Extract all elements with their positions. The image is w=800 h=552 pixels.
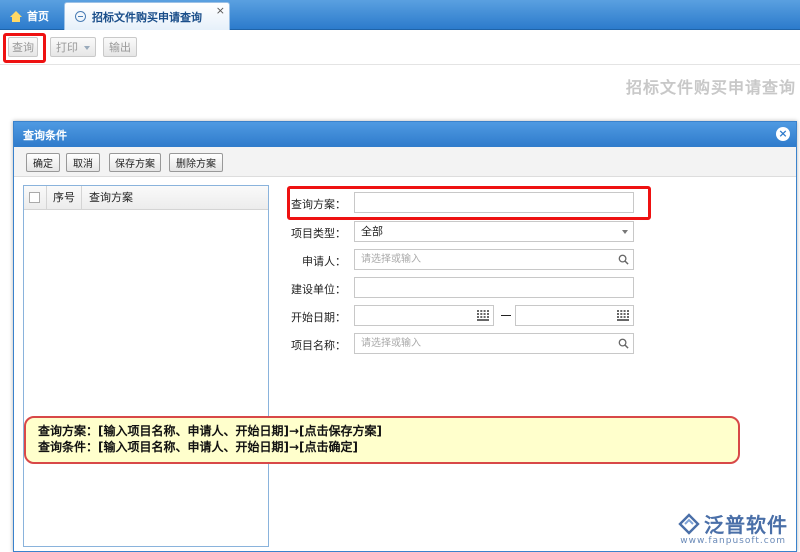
delete-scheme-button[interactable]: 删除方案 xyxy=(169,153,223,172)
save-scheme-button[interactable]: 保存方案 xyxy=(109,153,161,172)
project-type-select[interactable]: 全部 xyxy=(354,221,634,242)
start-date-from-input[interactable] xyxy=(354,305,494,326)
project-name-label: 项目名称： xyxy=(291,339,346,352)
chevron-down-icon xyxy=(84,46,90,50)
query-conditions-dialog: 查询条件 × 确定 取消 保存方案 删除方案 序号 查询方案 查询方案： 项目类… xyxy=(13,121,797,552)
cancel-button[interactable]: 取消 xyxy=(66,153,100,172)
build-unit-row: 建设单位： xyxy=(279,277,639,299)
project-name-row: 项目名称： 请选择或输入 xyxy=(279,333,639,355)
build-unit-input[interactable] xyxy=(354,277,634,298)
fanpu-logo: 泛普软件 www.fanpusoft.com xyxy=(658,509,788,549)
start-date-label: 开始日期： xyxy=(291,311,346,324)
instruction-callout: 查询方案：[输入项目名称、申请人、开始日期]→[点击保存方案] 查询条件：[输入… xyxy=(24,416,740,464)
build-unit-label: 建设单位： xyxy=(291,283,346,296)
applicant-input[interactable]: 请选择或输入 xyxy=(354,249,634,270)
tab-bid-purchase-query[interactable]: 招标文件购买申请查询 × xyxy=(64,2,230,30)
project-name-input[interactable]: 请选择或输入 xyxy=(354,333,634,354)
tab-bar: 首页 招标文件购买申请查询 × xyxy=(0,0,800,30)
start-date-row: 开始日期： xyxy=(279,305,639,327)
logo-icon xyxy=(678,512,700,535)
toolbar: 查询 打印 输出 xyxy=(0,31,800,65)
home-icon xyxy=(10,10,22,22)
scheme-list-header: 序号 查询方案 xyxy=(24,186,268,210)
page-title: 招标文件购买申请查询 xyxy=(625,78,796,97)
highlight-query-button xyxy=(3,33,46,63)
applicant-placeholder: 请选择或输入 xyxy=(361,254,421,265)
project-type-label: 项目类型： xyxy=(291,227,346,240)
project-type-value: 全部 xyxy=(361,225,383,238)
scheme-list-panel: 序号 查询方案 xyxy=(23,185,269,547)
highlight-scheme-input xyxy=(287,186,651,220)
print-label: 打印 xyxy=(56,41,78,54)
close-icon[interactable]: × xyxy=(776,127,790,141)
column-scheme-header: 查询方案 xyxy=(89,191,133,204)
callout-line-2: 查询条件：[输入项目名称、申请人、开始日期]→[点击确定] xyxy=(38,440,358,454)
dialog-header: 查询条件 × xyxy=(14,122,796,147)
project-type-row: 项目类型： 全部 xyxy=(279,221,639,243)
tab-home-label: 首页 xyxy=(27,10,49,23)
applicant-row: 申请人： 请选择或输入 xyxy=(279,249,639,271)
dialog-toolbar: 确定 取消 保存方案 删除方案 xyxy=(14,147,796,177)
project-name-placeholder: 请选择或输入 xyxy=(361,338,421,349)
callout-line-1: 查询方案：[输入项目名称、申请人、开始日期]→[点击保存方案] xyxy=(38,424,382,438)
column-index-header: 序号 xyxy=(46,186,82,210)
tab-active-label: 招标文件购买申请查询 xyxy=(92,10,202,24)
calendar-icon[interactable] xyxy=(477,310,489,321)
search-icon[interactable] xyxy=(618,254,629,265)
date-range-separator xyxy=(501,315,511,316)
tab-close-icon[interactable]: × xyxy=(216,5,225,16)
logo-mark-group: 泛普软件 xyxy=(678,509,788,538)
calendar-icon[interactable] xyxy=(617,310,629,321)
applicant-label: 申请人： xyxy=(302,255,346,268)
print-button[interactable]: 打印 xyxy=(50,37,96,57)
tab-home[interactable]: 首页 xyxy=(4,2,62,30)
start-date-to-input[interactable] xyxy=(515,305,634,326)
select-all-checkbox[interactable] xyxy=(29,192,40,203)
logo-url: www.fanpusoft.com xyxy=(680,536,786,546)
chevron-down-icon xyxy=(622,230,628,234)
page-icon xyxy=(75,11,86,22)
logo-name: 泛普软件 xyxy=(704,513,788,537)
confirm-button[interactable]: 确定 xyxy=(26,153,60,172)
search-icon[interactable] xyxy=(618,338,629,349)
dialog-title: 查询条件 xyxy=(23,128,67,142)
export-button[interactable]: 输出 xyxy=(103,37,137,57)
